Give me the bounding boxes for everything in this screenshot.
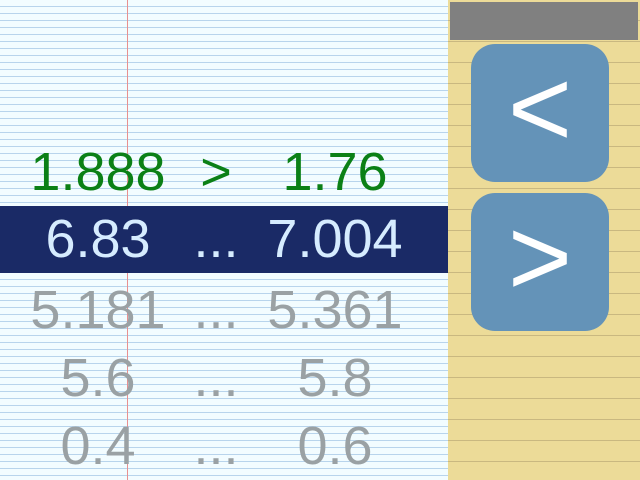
operator-placeholder: ... (193, 209, 239, 269)
operator-placeholder: ... (193, 348, 239, 408)
left-number: 1.888 (30, 142, 166, 202)
upcoming-comparison-row: 0.4 ... 0.6 (0, 413, 448, 479)
panel-header-bar (450, 2, 638, 40)
greater-than-button[interactable]: > (471, 193, 609, 331)
right-number: 1.76 (282, 142, 388, 202)
right-number: 5.8 (297, 348, 373, 408)
less-than-button[interactable]: < (471, 44, 609, 182)
game-screen: 1.888 > 1.76 6.83 ... 7.004 5.181 ... 5.… (0, 0, 640, 480)
left-number: 5.181 (30, 280, 166, 340)
right-number: 5.361 (267, 280, 403, 340)
operator-placeholder: ... (193, 416, 239, 476)
right-number: 7.004 (267, 209, 403, 269)
notebook-paper: 1.888 > 1.76 6.83 ... 7.004 5.181 ... 5.… (0, 0, 448, 480)
right-number: 0.6 (297, 416, 373, 476)
comparison-operator: > (200, 142, 232, 202)
upcoming-comparison-row: 5.6 ... 5.8 (0, 345, 448, 411)
answered-comparison-row: 1.888 > 1.76 (0, 139, 448, 205)
left-number: 5.6 (60, 348, 136, 408)
upcoming-comparison-row: 5.181 ... 5.361 (0, 277, 448, 343)
left-number: 6.83 (45, 209, 151, 269)
current-comparison-row: 6.83 ... 7.004 (0, 206, 448, 273)
operator-placeholder: ... (193, 280, 239, 340)
answer-panel: < > (448, 0, 640, 480)
left-number: 0.4 (60, 416, 136, 476)
